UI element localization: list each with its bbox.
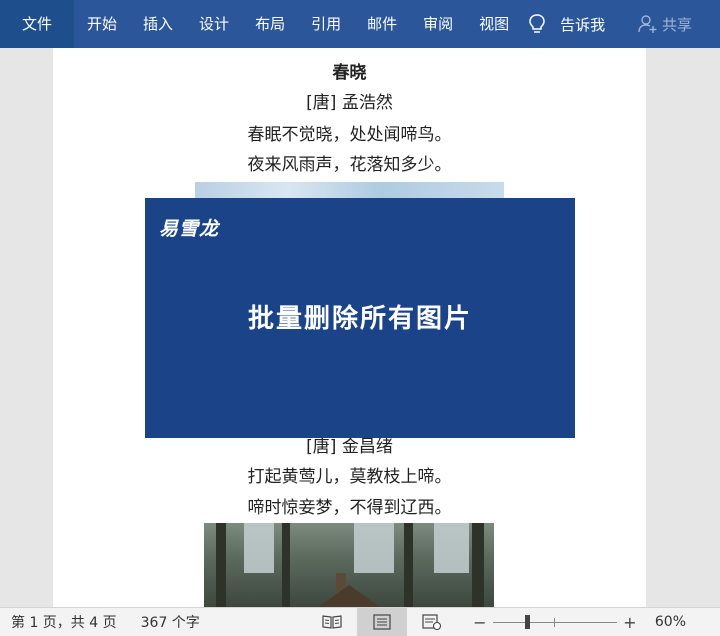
tab-home[interactable]: 开始 bbox=[74, 0, 130, 48]
web-layout-button[interactable] bbox=[407, 608, 457, 636]
zoom-slider[interactable] bbox=[492, 615, 617, 629]
status-bar: 第 1 页，共 4 页 367 个字 − + 60% bbox=[0, 607, 720, 636]
banner-logo: 易雪龙 bbox=[159, 218, 220, 240]
banner-headline: 批量删除所有图片 bbox=[247, 304, 472, 334]
poem-line: 春眠不觉晓，处处闻啼鸟。 bbox=[247, 125, 452, 145]
tab-mailings[interactable]: 邮件 bbox=[354, 0, 410, 48]
zoom-out-button[interactable]: − bbox=[471, 613, 489, 632]
zoom-slider-track bbox=[492, 622, 617, 623]
zoom-control: − + 60% bbox=[471, 613, 720, 632]
read-mode-icon bbox=[322, 615, 342, 629]
image-cabin bbox=[314, 585, 384, 607]
image-tree-trunk bbox=[216, 523, 226, 607]
share-label: 共享 bbox=[661, 15, 692, 34]
poem-line: 打起黄莺儿，莫教枝上啼。 bbox=[247, 467, 452, 487]
tell-me-box[interactable]: 告诉我 bbox=[528, 13, 605, 35]
tab-file[interactable]: 文件 bbox=[0, 0, 75, 48]
lightbulb-icon bbox=[529, 14, 545, 33]
tab-layout[interactable]: 布局 bbox=[242, 0, 298, 48]
tell-me-label: 告诉我 bbox=[560, 15, 606, 34]
image-tree-trunk bbox=[472, 523, 484, 607]
forest-image[interactable] bbox=[204, 523, 494, 607]
page-count[interactable]: 第 1 页，共 4 页 bbox=[0, 612, 117, 632]
add-person-icon bbox=[638, 15, 657, 33]
tab-review[interactable]: 审阅 bbox=[410, 0, 466, 48]
tab-design[interactable]: 设计 bbox=[186, 0, 242, 48]
poem-author: [唐] 孟浩然 bbox=[306, 93, 393, 113]
zoom-slider-thumb[interactable] bbox=[524, 615, 530, 629]
poem-title: 春晓 bbox=[332, 63, 367, 83]
tab-view[interactable]: 视图 bbox=[466, 0, 522, 48]
web-layout-icon bbox=[422, 614, 441, 630]
poem-line: 啼时惊妾梦，不得到辽西。 bbox=[247, 498, 452, 518]
view-buttons bbox=[307, 607, 457, 636]
image-tree-trunk bbox=[404, 523, 413, 607]
zoom-in-button[interactable]: + bbox=[621, 613, 639, 632]
poem-line: 夜来风雨声，花落知多少。 bbox=[247, 155, 452, 175]
ribbon-tab-bar: 文件 开始 插入 设计 布局 引用 邮件 审阅 视图 告诉我 共享 bbox=[0, 0, 720, 48]
image-tree-trunk bbox=[282, 523, 290, 607]
zoom-level[interactable]: 60% bbox=[655, 614, 686, 630]
zoom-slider-center-mark bbox=[553, 618, 555, 627]
word-count[interactable]: 367 个字 bbox=[117, 612, 200, 632]
image-sky-patch bbox=[244, 523, 274, 573]
print-layout-button[interactable] bbox=[356, 607, 407, 636]
tab-insert[interactable]: 插入 bbox=[130, 0, 186, 48]
print-layout-icon bbox=[373, 614, 391, 630]
title-banner: 易雪龙 批量删除所有图片 bbox=[145, 198, 575, 438]
image-sky-patch bbox=[354, 523, 394, 573]
tab-references[interactable]: 引用 bbox=[298, 0, 354, 48]
read-mode-button[interactable] bbox=[307, 608, 357, 636]
share-button[interactable]: 共享 bbox=[638, 14, 692, 35]
image-sky-patch bbox=[434, 523, 469, 573]
